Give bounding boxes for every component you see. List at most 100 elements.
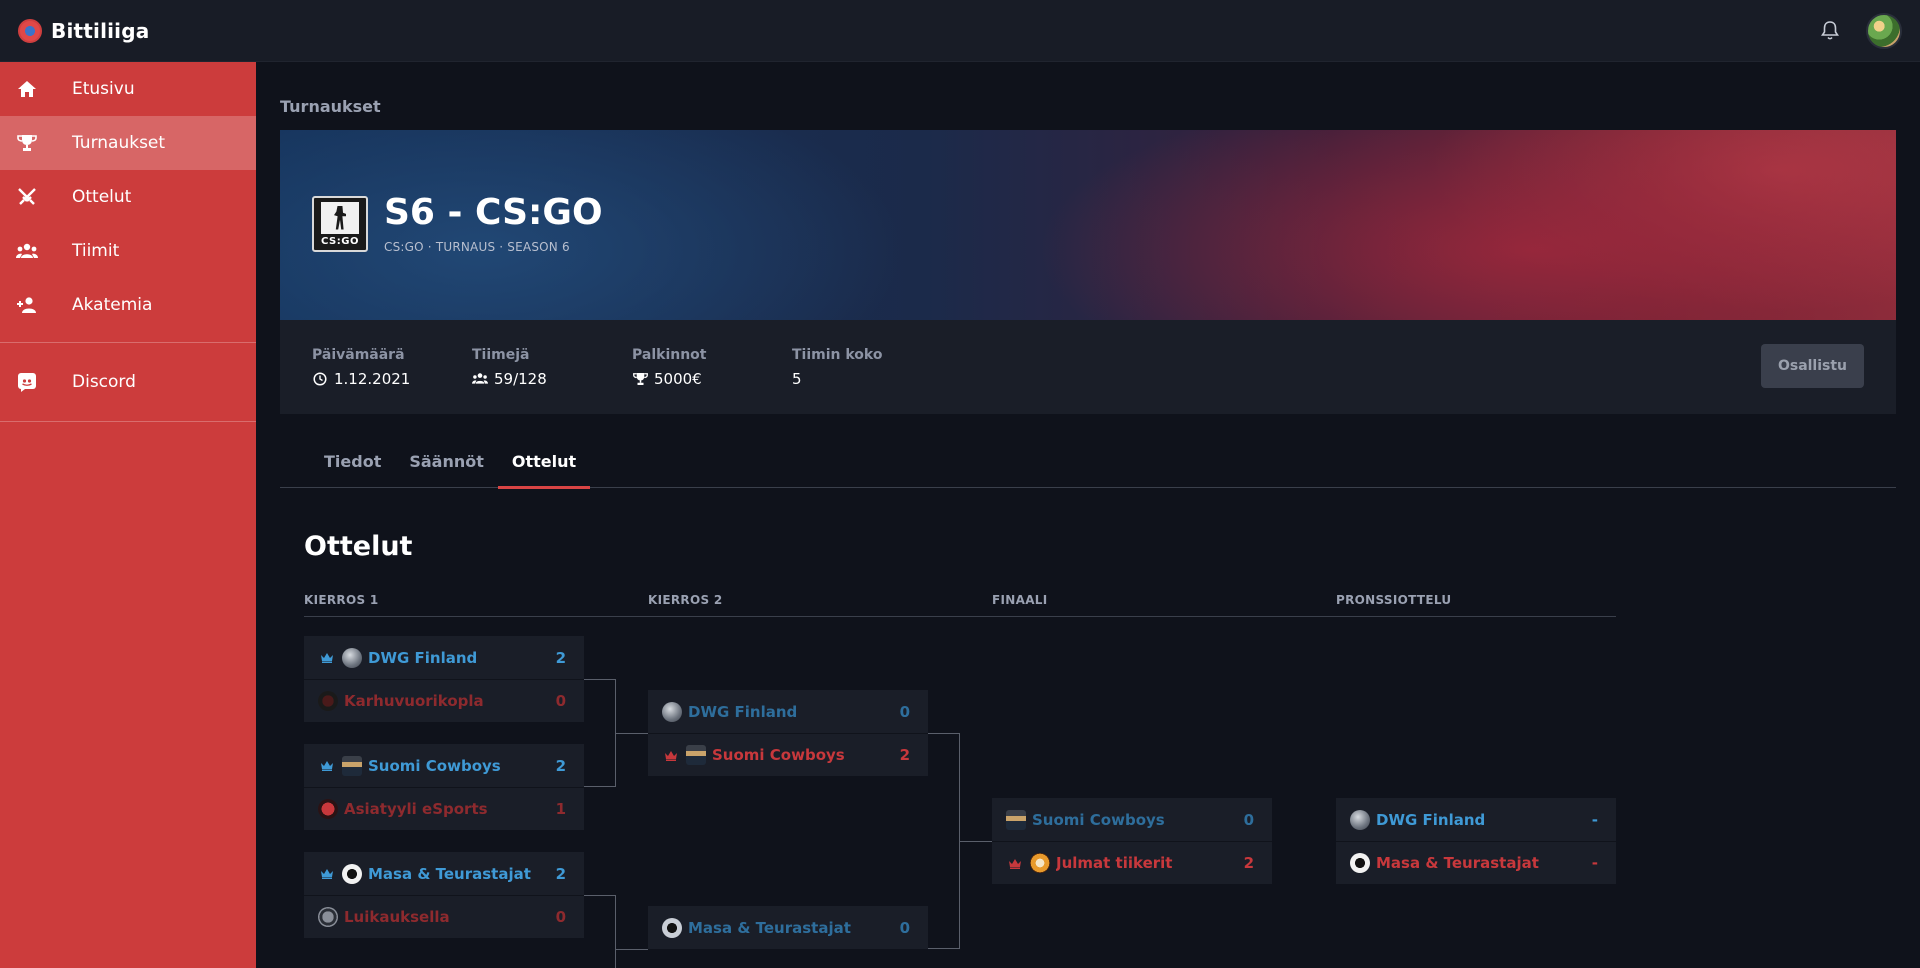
sidebar-divider	[0, 421, 256, 422]
team-size-value: 5	[792, 369, 802, 388]
team-row[interactable]: Asiatyyli eSports 1	[304, 787, 584, 830]
sidebar-item-label: Ottelut	[72, 187, 132, 207]
round-header: KIERROS 1	[304, 593, 379, 607]
team-row[interactable]: Suomi Cowboys 2	[304, 744, 584, 787]
info-team-size: Tiimin koko 5	[792, 347, 952, 388]
team-score: 0	[555, 692, 566, 710]
team-row[interactable]: DWG Finland -	[1336, 798, 1616, 841]
sidebar-item-label: Tiimit	[72, 241, 120, 261]
team-name: Asiatyyli eSports	[344, 800, 488, 818]
team-row[interactable]: DWG Finland 0	[648, 690, 928, 733]
team-name: Suomi Cowboys	[712, 746, 845, 764]
team-score: -	[1591, 854, 1598, 872]
sidebar-item-turnaukset[interactable]: Turnaukset	[0, 116, 256, 170]
team-logo-icon	[318, 799, 338, 819]
team-logo-icon	[686, 745, 706, 765]
match-card[interactable]: DWG Finland 2 Karhuvuorikopla 0	[304, 636, 584, 722]
team-logo-icon	[1006, 809, 1026, 830]
tab-tiedot[interactable]: Tiedot	[310, 440, 395, 488]
team-score: -	[1591, 810, 1598, 829]
tournament-subtitle: CS:GO · TURNAUS · SEASON 6	[384, 240, 570, 254]
team-score: 2	[899, 746, 910, 764]
crown-icon	[662, 750, 680, 761]
sidebar-item-discord[interactable]: Discord	[0, 355, 256, 409]
team-name: Masa & Teurastajat	[688, 918, 851, 937]
team-name: Suomi Cowboys	[368, 756, 501, 775]
tab-saannot[interactable]: Säännöt	[395, 440, 498, 488]
sidebar-item-tiimit[interactable]: Tiimit	[0, 224, 256, 278]
team-score: 2	[555, 864, 566, 883]
prizes-label: Palkinnot	[632, 346, 707, 363]
match-card[interactable]: Masa & Teurastajat 2 Luikauksella 0	[304, 852, 584, 938]
bracket-connector	[928, 733, 960, 949]
team-score: 2	[555, 756, 566, 775]
bracket-connector	[584, 679, 616, 787]
team-logo-icon	[342, 863, 362, 884]
bracket-connector	[616, 949, 648, 950]
sidebar-item-label: Akatemia	[72, 295, 153, 315]
tournament-hero-banner: CS:GO S6 - CS:GO CS:GO · TURNAUS · SEASO…	[280, 130, 1896, 320]
crown-icon	[318, 652, 336, 663]
round-divider	[304, 616, 1616, 617]
group-icon	[16, 240, 38, 262]
user-avatar[interactable]	[1866, 12, 1902, 49]
team-name: Suomi Cowboys	[1032, 810, 1165, 829]
team-row[interactable]: DWG Finland 2	[304, 636, 584, 679]
team-row[interactable]: Karhuvuorikopla 0	[304, 679, 584, 722]
team-logo-icon	[318, 691, 338, 711]
sidebar-item-label: Discord	[72, 372, 136, 392]
team-logo-icon	[1030, 853, 1050, 873]
date-label: Päivämäärä	[312, 346, 405, 363]
sidebar-item-etusivu[interactable]: Etusivu	[0, 62, 256, 116]
tournament-info-bar: Päivämäärä 1.12.2021 Tiimejä 59/128 Palk…	[280, 320, 1896, 414]
brand-logo-icon	[18, 18, 42, 43]
match-card[interactable]: DWG Finland - Masa & Teurastajat -	[1336, 798, 1616, 884]
sidebar-item-label: Turnaukset	[72, 133, 166, 153]
brand[interactable]: Bittiliiga	[18, 18, 149, 43]
match-card[interactable]: DWG Finland 0 Suomi Cowboys 2	[648, 690, 928, 776]
matches-title: Ottelut	[304, 531, 413, 562]
team-row[interactable]: Luikauksella 0	[304, 895, 584, 938]
breadcrumb[interactable]: Turnaukset	[280, 97, 1896, 116]
match-card[interactable]: Suomi Cowboys 2 Asiatyyli eSports 1	[304, 744, 584, 830]
team-row[interactable]: Julmat tiikerit 2	[992, 841, 1272, 884]
team-name: Masa & Teurastajat	[1376, 854, 1539, 872]
tournament-bracket: KIERROS 1 KIERROS 2 FINAALI PRONSSIOTTEL…	[304, 593, 1616, 968]
round-header: KIERROS 2	[648, 593, 723, 607]
date-value: 1.12.2021	[334, 369, 411, 388]
join-button[interactable]: Osallistu	[1761, 344, 1864, 388]
team-score: 0	[899, 702, 910, 721]
team-name: Karhuvuorikopla	[344, 692, 484, 710]
team-name: DWG Finland	[688, 702, 798, 721]
team-row[interactable]: Suomi Cowboys 0	[992, 798, 1272, 841]
team-score: 2	[1243, 854, 1254, 872]
team-logo-icon	[1350, 809, 1370, 830]
prizes-value: 5000€	[654, 369, 702, 388]
team-score: 0	[899, 918, 910, 937]
sidebar-item-akatemia[interactable]: Akatemia	[0, 278, 256, 332]
team-logo-icon	[662, 917, 682, 938]
sidebar-divider	[0, 342, 256, 343]
team-name: DWG Finland	[368, 648, 478, 667]
match-card[interactable]: Masa & Teurastajat 0	[648, 906, 928, 949]
bell-icon[interactable]	[1820, 20, 1840, 41]
teams-value: 59/128	[494, 369, 547, 388]
tab-ottelut[interactable]: Ottelut	[497, 440, 591, 489]
team-size-label: Tiimin koko	[792, 346, 883, 363]
trophy-icon	[16, 132, 38, 154]
clock-icon	[312, 371, 328, 387]
team-row[interactable]: Masa & Teurastajat -	[1336, 841, 1616, 884]
sidebar-item-ottelut[interactable]: Ottelut	[0, 170, 256, 224]
team-score: 2	[555, 648, 566, 667]
top-bar: Bittiliiga	[0, 0, 1920, 62]
team-score: 0	[1243, 810, 1254, 829]
crown-icon	[318, 868, 336, 879]
team-row[interactable]: Masa & Teurastajat 2	[304, 852, 584, 895]
match-card[interactable]: Suomi Cowboys 0 Julmat tiikerit 2	[992, 798, 1272, 884]
info-date: Päivämäärä 1.12.2021	[312, 347, 472, 388]
team-logo-icon	[662, 701, 682, 722]
team-row[interactable]: Masa & Teurastajat 0	[648, 906, 928, 949]
team-row[interactable]: Suomi Cowboys 2	[648, 733, 928, 776]
team-logo-icon	[342, 647, 362, 668]
team-score: 1	[555, 800, 566, 818]
